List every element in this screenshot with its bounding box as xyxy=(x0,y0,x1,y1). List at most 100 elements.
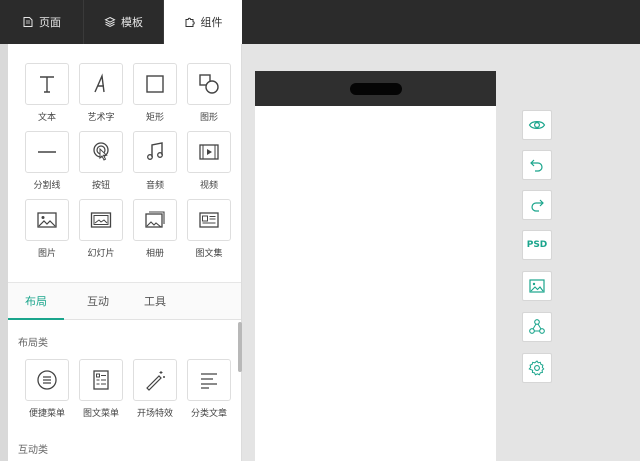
component-grid-menu-box[interactable] xyxy=(79,359,123,401)
psd-label: PSD xyxy=(526,240,548,250)
component-article-collection[interactable]: 图文集 xyxy=(187,199,231,259)
component-label: 图文集 xyxy=(195,249,223,259)
component-label: 分割线 xyxy=(33,181,61,191)
component-slideshow[interactable]: 幻灯片 xyxy=(79,199,123,259)
component-panel: 文本 艺术字 矩形 图形 分割线 按钮 音频 视频 图片 幻灯片 相册 图文集 … xyxy=(8,44,242,461)
component-button[interactable]: 按钮 xyxy=(79,131,123,191)
panel-scrollbar[interactable] xyxy=(238,322,242,372)
component-label: 图片 xyxy=(37,249,56,259)
component-video[interactable]: 视频 xyxy=(187,131,231,191)
image-icon xyxy=(529,279,545,293)
preview-button[interactable] xyxy=(522,110,552,140)
menu-list-icon xyxy=(37,370,57,390)
tab-components[interactable]: 组件 xyxy=(164,0,242,44)
redo-button[interactable] xyxy=(522,190,552,220)
tab-templates[interactable]: 模板 xyxy=(84,0,164,44)
component-album-box[interactable] xyxy=(133,199,177,241)
tab-pages[interactable]: 页面 xyxy=(0,0,84,44)
component-label: 图形 xyxy=(199,113,218,123)
component-text-box[interactable] xyxy=(25,63,69,105)
art-text-icon xyxy=(94,73,105,93)
component-label: 幻灯片 xyxy=(87,249,115,259)
tab-templates-label: 模板 xyxy=(121,16,143,29)
component-article-collection-box[interactable] xyxy=(187,199,231,241)
component-image-box[interactable] xyxy=(25,199,69,241)
divider-line-icon xyxy=(38,151,56,153)
shapes-icon xyxy=(199,74,219,94)
component-quick-menu[interactable]: 便捷菜单 xyxy=(25,359,69,419)
tab-components-label: 组件 xyxy=(200,16,223,29)
component-opening-effect[interactable]: 开场特效 xyxy=(133,359,177,419)
share-button[interactable] xyxy=(522,312,552,342)
image-icon xyxy=(37,212,57,228)
page-icon xyxy=(23,17,33,27)
component-category-article[interactable]: 分类文章 xyxy=(187,359,231,419)
phone-header xyxy=(255,71,496,106)
article-collection-icon xyxy=(199,212,219,228)
component-grid-menu[interactable]: 图文菜单 xyxy=(79,359,123,419)
psd-import-button[interactable]: PSD xyxy=(522,230,552,260)
tab-pages-label: 页面 xyxy=(39,16,61,29)
component-quick-menu-box[interactable] xyxy=(25,359,69,401)
music-icon xyxy=(147,142,163,160)
component-label: 艺术字 xyxy=(87,113,115,123)
component-label: 音频 xyxy=(145,181,164,191)
component-slideshow-box[interactable] xyxy=(79,199,123,241)
component-divider[interactable]: 分割线 xyxy=(25,131,69,191)
component-label: 视频 xyxy=(199,181,218,191)
component-video-box[interactable] xyxy=(187,131,231,173)
component-audio-box[interactable] xyxy=(133,131,177,173)
grid-menu-icon xyxy=(93,370,109,390)
component-art-text-box[interactable] xyxy=(79,63,123,105)
component-label: 便捷菜单 xyxy=(28,409,65,419)
component-label: 矩形 xyxy=(145,113,164,123)
component-text[interactable]: 文本 xyxy=(25,63,69,123)
eye-icon xyxy=(528,121,546,129)
component-label: 文本 xyxy=(37,113,56,123)
slideshow-icon xyxy=(90,212,112,228)
redo-icon xyxy=(531,199,544,212)
component-label: 开场特效 xyxy=(136,409,173,419)
button-tap-icon xyxy=(93,142,109,161)
video-icon xyxy=(199,144,219,160)
phone-speaker xyxy=(350,83,402,95)
component-divider-box[interactable] xyxy=(25,131,69,173)
phone-preview[interactable] xyxy=(255,71,496,461)
component-rectangle-box[interactable] xyxy=(133,63,177,105)
component-label: 分类文章 xyxy=(190,409,227,419)
text-icon xyxy=(40,76,54,93)
subtab-layout[interactable]: 布局 xyxy=(8,283,64,321)
component-category-article-box[interactable] xyxy=(187,359,231,401)
component-button-box[interactable] xyxy=(79,131,123,173)
component-label: 按钮 xyxy=(91,181,110,191)
settings-button[interactable] xyxy=(522,353,552,383)
section-title-layout: 布局类 xyxy=(18,338,48,349)
component-opening-effect-box[interactable] xyxy=(133,359,177,401)
component-label: 相册 xyxy=(145,249,164,259)
active-subtab-indicator xyxy=(8,318,64,320)
rectangle-icon xyxy=(146,75,164,93)
component-album[interactable]: 相册 xyxy=(133,199,177,259)
component-art-text[interactable]: 艺术字 xyxy=(79,63,123,123)
category-list-icon xyxy=(201,373,217,389)
album-icon xyxy=(145,211,165,228)
undo-button[interactable] xyxy=(522,150,552,180)
undo-icon xyxy=(530,159,543,172)
subtab-tools[interactable]: 工具 xyxy=(127,283,183,321)
layers-icon xyxy=(104,16,116,28)
subtab-interaction[interactable]: 互动 xyxy=(70,283,126,321)
share-icon xyxy=(529,319,545,334)
component-rectangle[interactable]: 矩形 xyxy=(133,63,177,123)
magic-wand-icon xyxy=(146,371,165,391)
section-title-interaction: 互动类 xyxy=(18,445,48,456)
top-nav: 页面 模板 组件 xyxy=(0,0,640,44)
puzzle-icon xyxy=(185,17,195,27)
component-audio[interactable]: 音频 xyxy=(133,131,177,191)
panel-edge xyxy=(0,44,8,461)
gear-icon xyxy=(528,360,545,376)
background-image-button[interactable] xyxy=(522,271,552,301)
component-shapes-box[interactable] xyxy=(187,63,231,105)
component-image[interactable]: 图片 xyxy=(25,199,69,259)
component-shapes[interactable]: 图形 xyxy=(187,63,231,123)
component-label: 图文菜单 xyxy=(82,409,119,419)
